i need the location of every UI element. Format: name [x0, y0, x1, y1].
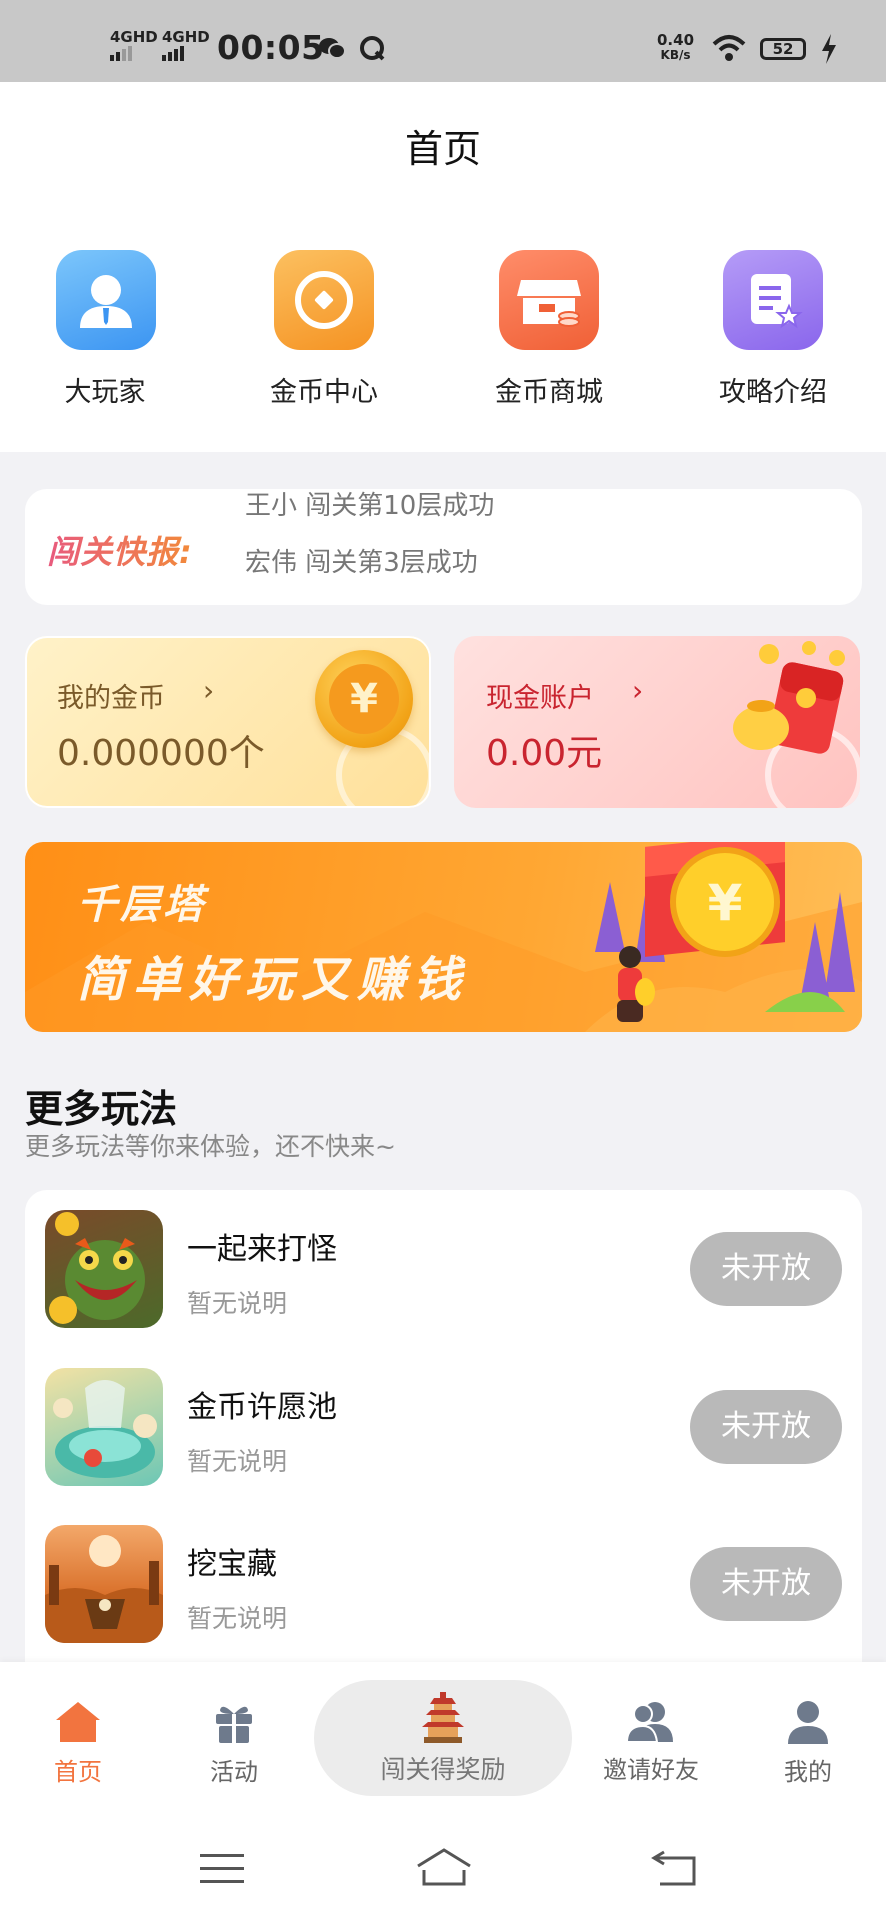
- clock: 00:05: [217, 28, 325, 67]
- network-type-2: 4GHD: [162, 28, 210, 46]
- ticker-line: 王小 闯关第10层成功: [245, 491, 495, 521]
- nav-item-activity[interactable]: 活动: [159, 1700, 309, 1787]
- chevron-right-icon: ›: [203, 674, 215, 707]
- game-thumbnail: [45, 1210, 163, 1328]
- nav-item-mine[interactable]: 我的: [733, 1700, 883, 1787]
- app-notification-icon: [360, 36, 385, 61]
- svg-text:¥: ¥: [708, 874, 743, 932]
- menu-icon[interactable]: [200, 1852, 244, 1886]
- quick-link-coin-center[interactable]: 金币中心: [224, 250, 424, 409]
- coins-label: 我的金币: [57, 683, 165, 714]
- home-system-icon[interactable]: [414, 1846, 474, 1886]
- pagoda-icon: [422, 1692, 464, 1743]
- nav-label: 邀请好友: [603, 1756, 699, 1784]
- nav-item-challenge[interactable]: 闯关得奖励: [343, 1692, 543, 1786]
- back-icon[interactable]: [650, 1850, 700, 1888]
- game-thumbnail: [45, 1368, 163, 1486]
- game-name: 一起来打怪: [187, 1232, 337, 1267]
- list-item[interactable]: 挖宝藏 暂无说明 未开放: [25, 1525, 862, 1655]
- ticker-line: 宏伟 闯关第3层成功: [245, 548, 478, 578]
- nav-label: 我的: [784, 1758, 832, 1786]
- signal-1: 4GHD: [110, 30, 158, 61]
- quick-link-label: 大玩家: [64, 377, 146, 408]
- game-description: 暂无说明: [187, 1289, 288, 1318]
- store-icon: [499, 250, 599, 350]
- gift-icon: [216, 1706, 252, 1744]
- section-subtitle: 更多玩法等你来体验，还不快来~: [25, 1132, 396, 1161]
- nav-label: 闯关得奖励: [380, 1755, 506, 1784]
- quick-link-label: 攻略介绍: [719, 377, 827, 408]
- not-open-button[interactable]: 未开放: [690, 1390, 842, 1464]
- signal-2: 4GHD: [162, 30, 210, 61]
- banner-title: 千层塔: [77, 882, 206, 928]
- news-ticker[interactable]: 闯关快报: 王小 闯关第10层成功 宏伟 闯关第3层成功: [25, 489, 862, 605]
- battery-icon: 52: [760, 38, 806, 60]
- user-icon: [788, 1701, 828, 1744]
- signal-bars-1-icon: [110, 46, 158, 61]
- game-description: 暂无说明: [187, 1604, 288, 1633]
- quick-link-label: 金币中心: [270, 377, 378, 408]
- nav-label: 首页: [54, 1758, 102, 1786]
- guide-icon: [723, 250, 823, 350]
- my-coins-card[interactable]: ¥ 我的金币 › 0.000000个: [25, 636, 431, 808]
- cash-account-card[interactable]: 现金账户 › 0.00元: [454, 636, 860, 808]
- page-title: 首页: [404, 127, 481, 171]
- nav-label: 活动: [210, 1758, 258, 1786]
- promo-banner[interactable]: ¥ 千层塔 简单好玩又赚钱: [25, 842, 862, 1032]
- list-item[interactable]: 一起来打怪 暂无说明 未开放: [25, 1210, 862, 1340]
- ticker-title: 闯关快报:: [47, 527, 193, 573]
- nav-item-home[interactable]: 首页: [3, 1700, 153, 1787]
- banner-slogan: 简单好玩又赚钱: [77, 952, 470, 1008]
- game-description: 暂无说明: [187, 1447, 288, 1476]
- not-open-button[interactable]: 未开放: [690, 1232, 842, 1306]
- wechat-icon: [319, 38, 346, 59]
- network-speed: 0.40 KB/s: [657, 33, 694, 63]
- cash-label: 现金账户: [486, 683, 594, 714]
- cash-value: 0.00元: [486, 733, 603, 774]
- status-bar: 4GHD 4GHD 00:05 0.40 KB/s 52: [0, 0, 886, 82]
- quick-link-coin-store[interactable]: 金币商城: [449, 250, 649, 409]
- home-icon: [56, 1702, 100, 1742]
- not-open-button[interactable]: 未开放: [690, 1547, 842, 1621]
- coin-icon: [274, 250, 374, 350]
- nav-item-invite[interactable]: 邀请好友: [576, 1700, 726, 1785]
- section-title: 更多玩法: [25, 1087, 178, 1131]
- game-name: 金币许愿池: [187, 1390, 337, 1425]
- signal-bars-2-icon: [162, 46, 210, 61]
- game-thumbnail: [45, 1525, 163, 1643]
- list-item[interactable]: 金币许愿池 暂无说明 未开放: [25, 1368, 862, 1498]
- network-type-1: 4GHD: [110, 28, 158, 46]
- friends-icon: [625, 1702, 673, 1743]
- charging-icon: [822, 34, 836, 64]
- quick-link-player[interactable]: 大玩家: [5, 250, 205, 409]
- speed-unit: KB/s: [660, 48, 691, 62]
- player-icon: [56, 250, 156, 350]
- chevron-right-icon: ›: [632, 674, 644, 707]
- speed-value: 0.40: [657, 31, 695, 49]
- quick-link-label: 金币商城: [495, 377, 603, 408]
- wifi-icon: [712, 35, 746, 61]
- red-envelope-icon: [733, 641, 845, 754]
- gold-coin-icon: ¥: [315, 650, 413, 748]
- game-name: 挖宝藏: [187, 1547, 277, 1582]
- quick-link-guide[interactable]: 攻略介绍: [673, 250, 873, 409]
- games-list: 一起来打怪 暂无说明 未开放 金币许愿池 暂无说明 未开放 挖宝藏 暂无说明 未…: [25, 1190, 862, 1670]
- coins-value: 0.000000个: [57, 733, 265, 774]
